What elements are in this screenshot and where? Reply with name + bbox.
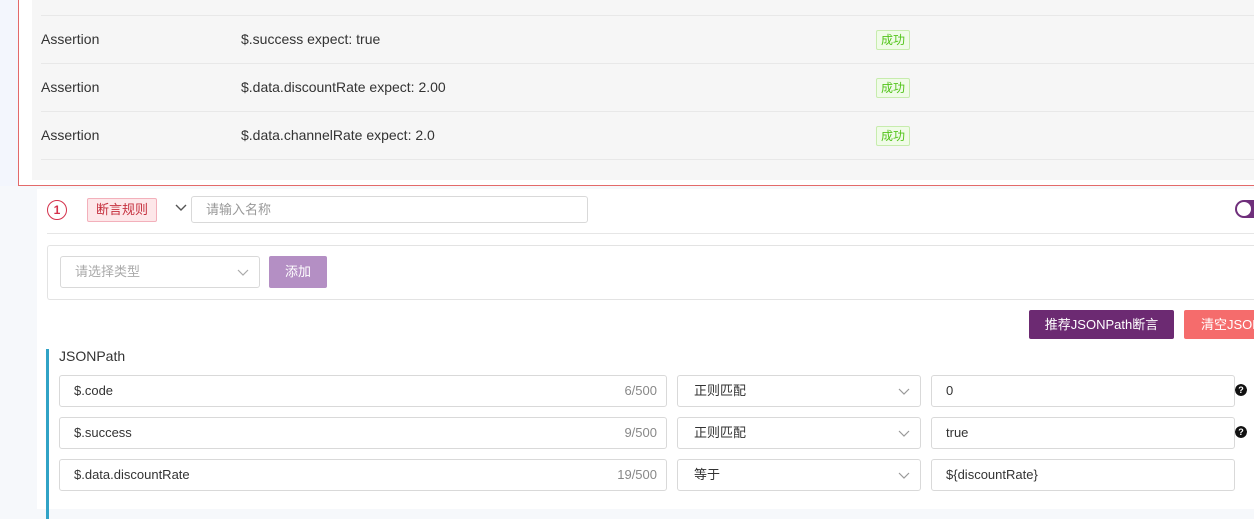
- table-row: Assertion $.data.discountRate expect: 2.…: [41, 63, 1254, 112]
- question-circle-icon[interactable]: ?: [1235, 384, 1247, 396]
- table-row: [41, 0, 1254, 16]
- result-type: Assertion: [41, 31, 100, 47]
- status-badge: 成功: [876, 126, 911, 146]
- rule-name-input[interactable]: 请输入名称: [191, 196, 588, 223]
- question-circle-icon[interactable]: ?: [1235, 426, 1247, 438]
- jsonpath-value: $.code: [74, 383, 114, 398]
- expected-input[interactable]: 0: [931, 375, 1235, 407]
- svg-text:?: ?: [1238, 427, 1244, 437]
- operator-select[interactable]: 正则匹配: [677, 375, 921, 407]
- chevron-down-icon: [898, 430, 910, 437]
- result-content: $.success expect: true: [241, 31, 381, 47]
- type-select[interactable]: 请选择类型: [60, 256, 260, 288]
- divider: [47, 233, 1254, 234]
- jsonpath-title: JSONPath: [59, 348, 126, 364]
- expected-value: ${discountRate}: [946, 467, 1038, 482]
- operator-value: 等于: [694, 467, 721, 482]
- expected-input[interactable]: ${discountRate}: [931, 459, 1235, 491]
- result-content: $.data.channelRate expect: 2.0: [241, 127, 435, 143]
- expected-value: 0: [946, 383, 954, 398]
- clear-jsonpath-button[interactable]: 清空JSONPath断言: [1184, 310, 1254, 339]
- result-content: $.data.discountRate expect: 2.00: [241, 79, 446, 95]
- operator-value: 正则匹配: [694, 425, 747, 440]
- rule-enable-toggle[interactable]: [1235, 200, 1254, 218]
- assertion-rule-panel: 1 断言规则 请输入名称 请选择类型 添加 推荐JSONPath断言 清空JSO…: [37, 189, 1254, 519]
- char-count: 19/500: [617, 467, 657, 482]
- operator-value: 正则匹配: [694, 383, 747, 398]
- jsonpath-input[interactable]: $.data.discountRate 19/500: [59, 459, 667, 491]
- table-row: Assertion $.data.channelRate expect: 2.0…: [41, 111, 1254, 160]
- results-table: Assertion $.success expect: true 成功 Asse…: [32, 0, 1254, 180]
- svg-text:?: ?: [1238, 385, 1244, 395]
- operator-select[interactable]: 等于: [677, 459, 921, 491]
- status-badge: 成功: [876, 78, 911, 98]
- operator-select[interactable]: 正则匹配: [677, 417, 921, 449]
- jsonpath-input[interactable]: $.code 6/500: [59, 375, 667, 407]
- char-count: 6/500: [624, 383, 657, 398]
- type-select-placeholder: 请选择类型: [75, 264, 141, 279]
- chevron-down-icon[interactable]: [174, 201, 188, 215]
- add-button[interactable]: 添加: [269, 256, 327, 288]
- chevron-down-icon: [898, 472, 910, 479]
- result-type: Assertion: [41, 127, 100, 143]
- status-badge: 成功: [876, 30, 911, 50]
- rule-index: 1: [47, 200, 67, 220]
- jsonpath-section-bar: [46, 349, 49, 519]
- assertion-results-panel: Assertion $.success expect: true 成功 Asse…: [18, 0, 1254, 186]
- chevron-down-icon: [898, 388, 910, 395]
- type-selector-box: 请选择类型 添加: [47, 245, 1254, 300]
- recommend-jsonpath-button[interactable]: 推荐JSONPath断言: [1029, 310, 1174, 339]
- table-row: Assertion $.success expect: true 成功: [41, 15, 1254, 64]
- chevron-down-icon: [237, 269, 249, 276]
- jsonpath-input[interactable]: $.success 9/500: [59, 417, 667, 449]
- expected-input[interactable]: true: [931, 417, 1235, 449]
- jsonpath-value: $.success: [74, 425, 132, 440]
- toggle-knob: [1237, 202, 1251, 216]
- rule-tag: 断言规则: [87, 198, 158, 222]
- result-type: Assertion: [41, 79, 100, 95]
- jsonpath-value: $.data.discountRate: [74, 467, 190, 482]
- expected-value: true: [946, 425, 969, 440]
- char-count: 9/500: [624, 425, 657, 440]
- left-gutter: [0, 0, 18, 186]
- left-gutter-lower: [0, 186, 37, 497]
